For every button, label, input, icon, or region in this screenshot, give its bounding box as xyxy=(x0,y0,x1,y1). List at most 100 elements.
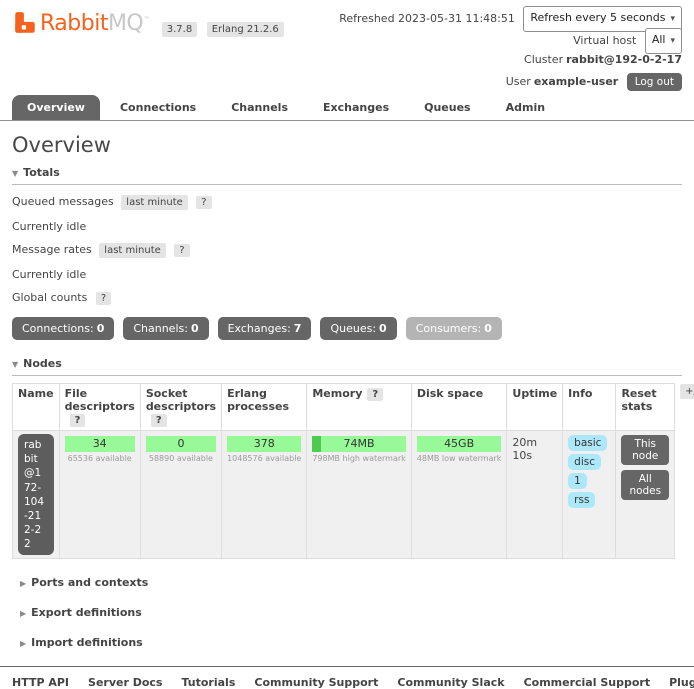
col-header-file-descriptors: File descriptors? xyxy=(59,384,140,431)
col-header-uptime: Uptime xyxy=(507,384,563,431)
column-selector-button[interactable]: +/- xyxy=(680,384,694,399)
global-counts-help-icon[interactable]: ? xyxy=(96,292,111,305)
reset-this-node-button[interactable]: This node xyxy=(621,435,669,465)
consumers-count-badge[interactable]: Consumers:0 xyxy=(406,317,502,340)
tab-overview[interactable]: Overview xyxy=(12,95,100,120)
brand-rabbit: Rabbit xyxy=(40,11,108,36)
col-header-name: Name xyxy=(13,384,60,431)
brand-trademark: ™ xyxy=(143,15,150,23)
message-rates-mode-badge[interactable]: last minute xyxy=(99,243,165,258)
page-title: Overview xyxy=(12,133,682,157)
col-header-memory-label: Memory xyxy=(312,387,362,400)
queued-messages-mode-badge[interactable]: last minute xyxy=(121,195,187,210)
memory-help-icon[interactable]: ? xyxy=(367,388,383,401)
chevron-down-icon: ▾ xyxy=(670,36,675,46)
connections-count-badge[interactable]: Connections:0 xyxy=(12,317,114,340)
collapse-triangle-icon: ▼ xyxy=(12,169,18,178)
rabbitmq-logo-icon xyxy=(12,10,38,36)
procs-value: 378 xyxy=(254,437,275,450)
footer: HTTP API Server Docs Tutorials Community… xyxy=(0,666,694,689)
footer-link-tutorials[interactable]: Tutorials xyxy=(181,676,235,689)
connections-count-label: Connections: xyxy=(22,322,94,335)
expand-triangle-icon: ▶ xyxy=(20,579,26,588)
col-header-socket-descriptors: Socket descriptors ? xyxy=(140,384,221,431)
tab-channels[interactable]: Channels xyxy=(216,95,303,120)
ports-and-contexts-title: Ports and contexts xyxy=(31,576,148,589)
memory-used-segment xyxy=(312,436,320,452)
tab-exchanges[interactable]: Exchanges xyxy=(308,95,404,120)
col-header-info: Info xyxy=(563,384,616,431)
sd-cell: 0 58890 available xyxy=(140,431,221,559)
chevron-down-icon: ▾ xyxy=(670,14,675,24)
memory-detail: 798MB high watermark xyxy=(312,454,405,463)
tab-admin[interactable]: Admin xyxy=(491,95,560,120)
expand-triangle-icon: ▶ xyxy=(20,609,26,618)
erlang-version-badge: Erlang 21.2.6 xyxy=(207,22,284,37)
export-definitions-section[interactable]: ▶ Export definitions xyxy=(20,606,682,619)
disk-value: 45GB xyxy=(444,437,474,450)
message-rates-label: Message rates xyxy=(12,243,92,256)
refreshed-timestamp: Refreshed 2023-05-31 11:48:51 xyxy=(339,12,515,25)
fd-usage-bar: 34 xyxy=(65,436,135,452)
node-name-badge[interactable]: rabbit@172-104-212-22 xyxy=(18,434,54,555)
node-row: rabbit@172-104-212-22 34 65536 available… xyxy=(13,431,675,559)
queued-messages-idle-text: Currently idle xyxy=(12,220,682,233)
procs-detail: 1048576 available xyxy=(227,454,301,463)
tab-connections[interactable]: Connections xyxy=(105,95,211,120)
reset-all-nodes-button[interactable]: All nodes xyxy=(621,470,669,500)
footer-link-plugins[interactable]: Plugins xyxy=(669,676,694,689)
channels-count-badge[interactable]: Channels:0 xyxy=(123,317,208,340)
reset-stats-cell: This node All nodes xyxy=(616,431,675,559)
info-badge-basic[interactable]: basic xyxy=(568,435,607,451)
fd-value: 34 xyxy=(93,437,107,450)
rabbitmq-logo[interactable]: RabbitMQ™ xyxy=(12,10,150,36)
info-cell: basic disc 1 rss xyxy=(563,431,616,559)
expand-triangle-icon: ▶ xyxy=(20,639,26,648)
import-definitions-section[interactable]: ▶Import definitions xyxy=(20,636,682,649)
sd-help-icon[interactable]: ? xyxy=(151,414,167,427)
tab-queues[interactable]: Queues xyxy=(409,95,485,120)
brand-text: RabbitMQ™ xyxy=(40,11,150,36)
info-badge-1[interactable]: 1 xyxy=(568,473,587,489)
exchanges-count-badge[interactable]: Exchanges:7 xyxy=(218,317,312,340)
info-badge-rss[interactable]: rss xyxy=(568,492,595,508)
nodes-section-header[interactable]: ▼Nodes xyxy=(12,352,682,376)
collapse-triangle-icon: ▼ xyxy=(12,360,18,369)
col-header-reset-stats: Reset stats xyxy=(616,384,675,431)
sd-usage-bar: 0 xyxy=(146,436,216,452)
memory-value: 74MB xyxy=(344,437,375,450)
procs-usage-bar: 378 xyxy=(227,436,301,452)
footer-link-http-api[interactable]: HTTP API xyxy=(12,676,69,689)
memory-cell: 74MB 798MB high watermark xyxy=(307,431,411,559)
totals-section-header[interactable]: ▼ Totals xyxy=(12,161,682,185)
ports-and-contexts-section[interactable]: ▶ Ports and contexts xyxy=(20,576,682,589)
queued-messages-label: Queued messages xyxy=(12,195,114,208)
queued-messages-help-icon[interactable]: ? xyxy=(196,196,211,209)
disk-cell: 45GB 48MB low watermark xyxy=(411,431,507,559)
fd-cell: 34 65536 available xyxy=(59,431,140,559)
disk-usage-bar: 45GB xyxy=(417,436,502,452)
sd-value: 0 xyxy=(177,437,184,450)
channels-count-value: 0 xyxy=(191,322,199,335)
exchanges-count-value: 7 xyxy=(294,322,302,335)
cluster-label: Cluster xyxy=(524,53,563,66)
info-badge-disc[interactable]: disc xyxy=(568,454,601,470)
message-rates-help-icon[interactable]: ? xyxy=(174,244,189,257)
fd-help-icon[interactable]: ? xyxy=(70,414,86,427)
col-header-fd-label: File descriptors xyxy=(65,387,135,413)
totals-section-title: Totals xyxy=(23,166,60,179)
rabbitmq-version-badge: 3.7.8 xyxy=(162,22,197,37)
col-header-erlang-processes: Erlang processes xyxy=(222,384,307,431)
footer-link-server-docs[interactable]: Server Docs xyxy=(88,676,162,689)
footer-link-commercial-support[interactable]: Commercial Support xyxy=(524,676,651,689)
cluster-name: rabbit@192-0-2-17 xyxy=(566,53,682,66)
logout-button[interactable]: Log out xyxy=(627,73,682,91)
col-header-memory: Memory? xyxy=(307,384,411,431)
footer-link-community-slack[interactable]: Community Slack xyxy=(397,676,504,689)
refresh-interval-value: Refresh every 5 seconds xyxy=(530,11,665,24)
consumers-count-value: 0 xyxy=(484,322,492,335)
footer-link-community-support[interactable]: Community Support xyxy=(254,676,378,689)
queues-count-badge[interactable]: Queues:0 xyxy=(320,317,396,340)
nodes-table: Name File descriptors? Socket descriptor… xyxy=(12,383,675,559)
export-definitions-title: Export definitions xyxy=(31,606,142,619)
